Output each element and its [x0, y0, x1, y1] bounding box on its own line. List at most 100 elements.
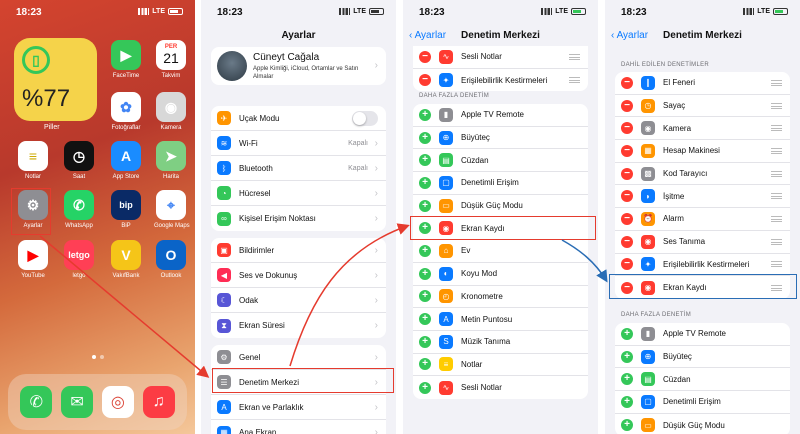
reorder-handle-icon[interactable]: [771, 238, 782, 245]
settings-row-focus[interactable]: ☾ Odak ›: [211, 288, 386, 313]
app-letgo[interactable]: letgo letgo: [62, 240, 96, 279]
settings-row-wifi[interactable]: ≋ Wi-Fi Kapalı ›: [211, 131, 386, 156]
remove-control-button[interactable]: −: [621, 190, 633, 203]
reorder-handle-icon[interactable]: [771, 284, 782, 291]
music-icon[interactable]: ♫: [142, 386, 175, 418]
settings-row-cellular[interactable]: ◔ Hücresel ›: [211, 181, 386, 206]
reorder-handle-icon[interactable]: [771, 125, 782, 132]
settings-row-sound[interactable]: ◀ Ses ve Dokunuş ›: [211, 263, 386, 288]
remove-control-button[interactable]: −: [621, 144, 633, 157]
remove-control-button[interactable]: −: [621, 167, 633, 180]
settings-row-controlcenter[interactable]: ☰ Denetim Merkezi ›: [211, 370, 386, 395]
settings-row-airplane[interactable]: ✈ Uçak Modu: [211, 106, 386, 131]
add-control-button[interactable]: +: [621, 373, 633, 386]
control-row-timer[interactable]: − ◷ Sayaç: [615, 95, 790, 118]
control-row-wallet[interactable]: + ▤ Cüzdan: [615, 368, 790, 392]
battery-widget[interactable]: ▯ %77: [14, 38, 97, 121]
control-row-remote[interactable]: + ▮ Apple TV Remote: [413, 104, 588, 127]
reorder-handle-icon[interactable]: [771, 215, 782, 222]
remove-control-button[interactable]: −: [621, 258, 633, 271]
control-row-magnifier[interactable]: + ⊕ Büyüteç: [615, 346, 790, 369]
add-control-button[interactable]: +: [419, 222, 431, 235]
add-control-button[interactable]: +: [419, 313, 431, 326]
reorder-handle-icon[interactable]: [569, 77, 580, 84]
control-row-magnifier[interactable]: + ⊕ Büyüteç: [413, 127, 588, 150]
app-appstore[interactable]: A App Store: [109, 141, 143, 180]
control-row-textsize[interactable]: + A Metin Puntosu: [413, 308, 588, 331]
app-maps[interactable]: ➤ Harita: [154, 141, 188, 180]
reorder-handle-icon[interactable]: [771, 102, 782, 109]
add-control-button[interactable]: +: [419, 335, 431, 348]
add-control-button[interactable]: +: [621, 419, 633, 432]
control-row-stopwatch[interactable]: + ◴ Kronometre: [413, 286, 588, 309]
phone-icon[interactable]: ✆: [20, 386, 53, 418]
control-row-alarm[interactable]: − ⏰ Alarm: [615, 208, 790, 231]
control-row-lowpower[interactable]: + ▭ Düşük Güç Modu: [615, 414, 790, 434]
control-row-flashlight[interactable]: − ❙ El Feneri: [615, 72, 790, 95]
remove-control-button[interactable]: −: [621, 122, 633, 135]
app-bip[interactable]: bip BiP: [109, 190, 143, 229]
remove-control-button[interactable]: −: [621, 281, 633, 294]
control-row-accessibility[interactable]: − ✦ Erişilebilirlik Kestirmeleri: [413, 69, 588, 92]
reorder-handle-icon[interactable]: [771, 193, 782, 200]
control-row-voicememo[interactable]: − ∿ Sesli Notlar: [413, 46, 588, 69]
remove-control-button[interactable]: −: [621, 212, 633, 225]
control-row-remote[interactable]: + ▮ Apple TV Remote: [615, 323, 790, 346]
control-row-record[interactable]: − ◉ Ekran Kaydı: [615, 276, 790, 299]
control-row-voicememo[interactable]: + ∿ Sesli Notlar: [413, 376, 588, 399]
control-row-lowpower[interactable]: + ▭ Düşük Güç Modu: [413, 195, 588, 218]
app-googlemaps[interactable]: ⌖ Google Maps: [154, 190, 190, 229]
add-control-button[interactable]: +: [419, 154, 431, 167]
control-row-guidedaccess[interactable]: + ▢ Denetimli Erişim: [413, 172, 588, 195]
control-row-calculator[interactable]: − ▦ Hesap Makinesi: [615, 140, 790, 163]
control-row-guidedaccess[interactable]: + ▢ Denetimli Erişim: [615, 391, 790, 414]
add-control-button[interactable]: +: [419, 267, 431, 280]
add-control-button[interactable]: +: [419, 176, 431, 189]
profile-row[interactable]: Cüneyt Cağala Apple Kimliği, iCloud, Ort…: [211, 47, 386, 85]
app-notes[interactable]: ≡ Notlar: [16, 141, 50, 180]
add-control-button[interactable]: +: [419, 199, 431, 212]
control-row-camera[interactable]: − ◉ Kamera: [615, 117, 790, 141]
remove-control-button[interactable]: −: [419, 74, 431, 87]
airplane-mode-toggle[interactable]: [352, 110, 378, 126]
control-row-soundrecognition[interactable]: − ◉ Ses Tanıma: [615, 231, 790, 254]
reorder-handle-icon[interactable]: [771, 79, 782, 86]
app-youtube[interactable]: ▶ YouTube: [16, 240, 50, 279]
settings-row-bluetooth[interactable]: ᛒ Bluetooth Kapalı ›: [211, 156, 386, 181]
add-control-button[interactable]: +: [419, 358, 431, 371]
add-control-button[interactable]: +: [419, 381, 431, 394]
reorder-handle-icon[interactable]: [569, 53, 580, 60]
control-row-wallet[interactable]: + ▤ Cüzdan: [413, 149, 588, 173]
remove-control-button[interactable]: −: [621, 235, 633, 248]
settings-row-general[interactable]: ⚙ Genel ›: [211, 345, 386, 370]
add-control-button[interactable]: +: [419, 244, 431, 257]
settings-row-display[interactable]: A Ekran ve Parlaklık ›: [211, 395, 386, 420]
add-control-button[interactable]: +: [621, 350, 633, 363]
add-control-button[interactable]: +: [621, 395, 633, 408]
control-row-darkmode[interactable]: + ◐ Koyu Mod: [413, 263, 588, 286]
add-control-button[interactable]: +: [419, 131, 431, 144]
app-settings[interactable]: ⚙ Ayarlar: [16, 190, 50, 229]
settings-row-screentime[interactable]: ⧗ Ekran Süresi ›: [211, 313, 386, 338]
reorder-handle-icon[interactable]: [771, 147, 782, 154]
control-row-qrcode[interactable]: − ▩ Kod Tarayıcı: [615, 163, 790, 186]
app-camera[interactable]: ◉ Kamera: [154, 92, 188, 131]
app-photos[interactable]: ✿ Fotoğraflar: [109, 92, 143, 131]
add-control-button[interactable]: +: [419, 108, 431, 121]
chrome-icon[interactable]: ◎: [101, 386, 134, 418]
messages-icon[interactable]: ✉: [61, 386, 94, 418]
app-whatsapp[interactable]: ✆ WhatsApp: [62, 190, 96, 229]
remove-control-button[interactable]: −: [419, 50, 431, 63]
reorder-handle-icon[interactable]: [771, 261, 782, 268]
app-calendar[interactable]: PER 21 Takvim: [154, 40, 188, 79]
app-outlook[interactable]: O Outlook: [154, 240, 188, 279]
control-row-accessibility[interactable]: − ✦ Erişilebilirlik Kestirmeleri: [615, 254, 790, 277]
app-vakifbank[interactable]: V VakıfBank: [109, 240, 143, 279]
control-row-record[interactable]: + ◉ Ekran Kaydı: [413, 217, 588, 241]
settings-row-notifications[interactable]: ▣ Bildirimler ›: [211, 238, 386, 263]
app-clock[interactable]: ◷ Saat: [62, 141, 96, 180]
remove-control-button[interactable]: −: [621, 99, 633, 112]
control-row-hearing[interactable]: − ◗ İşitme: [615, 185, 790, 209]
settings-row-homescreen[interactable]: ▦ Ana Ekran ›: [211, 420, 386, 434]
add-control-button[interactable]: +: [419, 290, 431, 303]
